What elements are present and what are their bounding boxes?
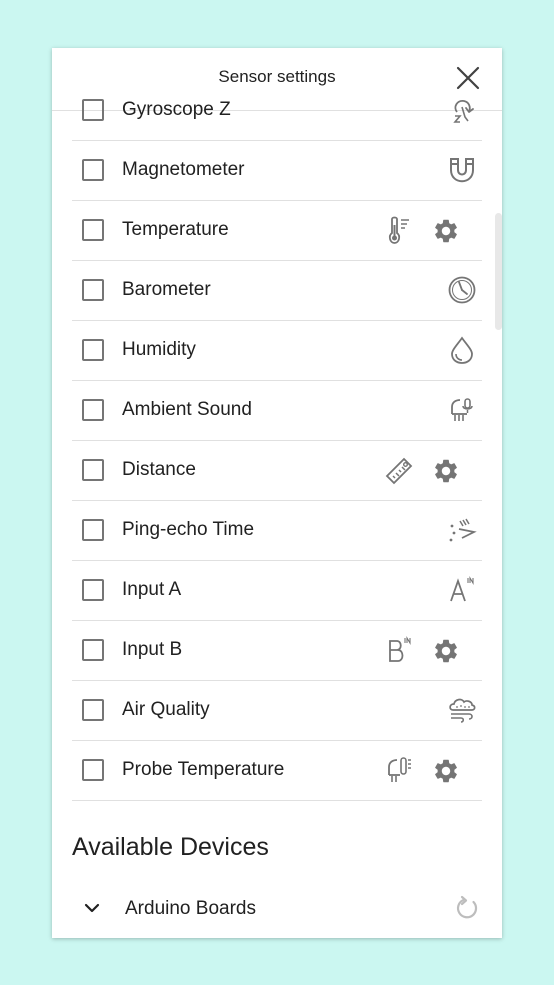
sensor-label: Ping-echo Time [122, 519, 255, 540]
sensor-row-temperature[interactable]: Temperature [72, 201, 482, 261]
checkbox[interactable] [82, 399, 104, 421]
checkbox[interactable] [82, 339, 104, 361]
sensor-row-air-quality[interactable]: Air Quality [72, 681, 482, 741]
chevron-down-icon[interactable] [82, 898, 102, 918]
barometer-gauge-icon [448, 276, 476, 304]
gyroscope-z-icon [453, 100, 474, 123]
thermometer-icon [388, 216, 409, 244]
sensor-label: Temperature [122, 219, 229, 240]
sensor-row-magnetometer[interactable]: Magnetometer [72, 141, 482, 201]
air-quality-icon [449, 698, 476, 723]
checkbox[interactable] [82, 519, 104, 541]
sensor-label: Air Quality [122, 699, 210, 720]
ruler-icon [385, 457, 413, 485]
sensor-row-input-a[interactable]: Input A [72, 561, 482, 621]
sensor-row-distance[interactable]: Distance [72, 441, 482, 501]
checkbox[interactable] [82, 639, 104, 661]
sensor-label: Humidity [122, 339, 196, 360]
checkbox[interactable] [82, 699, 104, 721]
checkbox[interactable] [82, 459, 104, 481]
available-devices-heading: Available Devices [72, 833, 269, 861]
ping-echo-icon [449, 518, 477, 542]
sensor-row-ambient-sound[interactable]: Ambient Sound [72, 381, 482, 441]
settings-gear-icon[interactable] [432, 757, 460, 785]
sensor-row-ping-echo-time[interactable]: Ping-echo Time [72, 501, 482, 561]
sensor-label: Ambient Sound [122, 399, 252, 420]
sensor-label: Probe Temperature [122, 759, 285, 780]
sensor-row-humidity[interactable]: Humidity [72, 321, 482, 381]
magnet-icon [450, 158, 474, 183]
sensor-label: Magnetometer [122, 159, 245, 180]
checkbox[interactable] [82, 99, 104, 121]
scrollbar-thumb[interactable] [495, 213, 502, 330]
checkbox[interactable] [82, 279, 104, 301]
checkbox[interactable] [82, 759, 104, 781]
checkbox[interactable] [82, 579, 104, 601]
sensor-row-barometer[interactable]: Barometer [72, 261, 482, 321]
sensor-row-gyroscope-z[interactable]: Gyroscope Z [72, 81, 482, 141]
device-group-label: Arduino Boards [125, 898, 256, 919]
sensor-label: Gyroscope Z [122, 99, 231, 120]
sensor-label: Barometer [122, 279, 211, 300]
device-group-arduino-boards[interactable]: Arduino Boards [72, 888, 482, 938]
settings-gear-icon[interactable] [432, 217, 460, 245]
sensor-row-input-b[interactable]: Input B [72, 621, 482, 681]
checkbox[interactable] [82, 159, 104, 181]
checkbox[interactable] [82, 219, 104, 241]
sensor-label: Distance [122, 459, 196, 480]
input-a-icon [450, 576, 474, 602]
settings-gear-icon[interactable] [432, 457, 460, 485]
water-drop-icon [451, 336, 473, 364]
sensor-row-probe-temperature[interactable]: Probe Temperature [72, 741, 482, 801]
sensor-label: Input B [122, 639, 183, 660]
input-b-icon [389, 636, 411, 662]
microphone-icon [451, 398, 473, 421]
settings-gear-icon[interactable] [432, 637, 460, 665]
probe-temperature-icon [388, 757, 411, 782]
sensor-label: Input A [122, 579, 182, 600]
sensor-settings-dialog: Sensor settings Gyroscope Z Magnetometer [52, 48, 502, 938]
refresh-icon[interactable] [453, 894, 481, 922]
